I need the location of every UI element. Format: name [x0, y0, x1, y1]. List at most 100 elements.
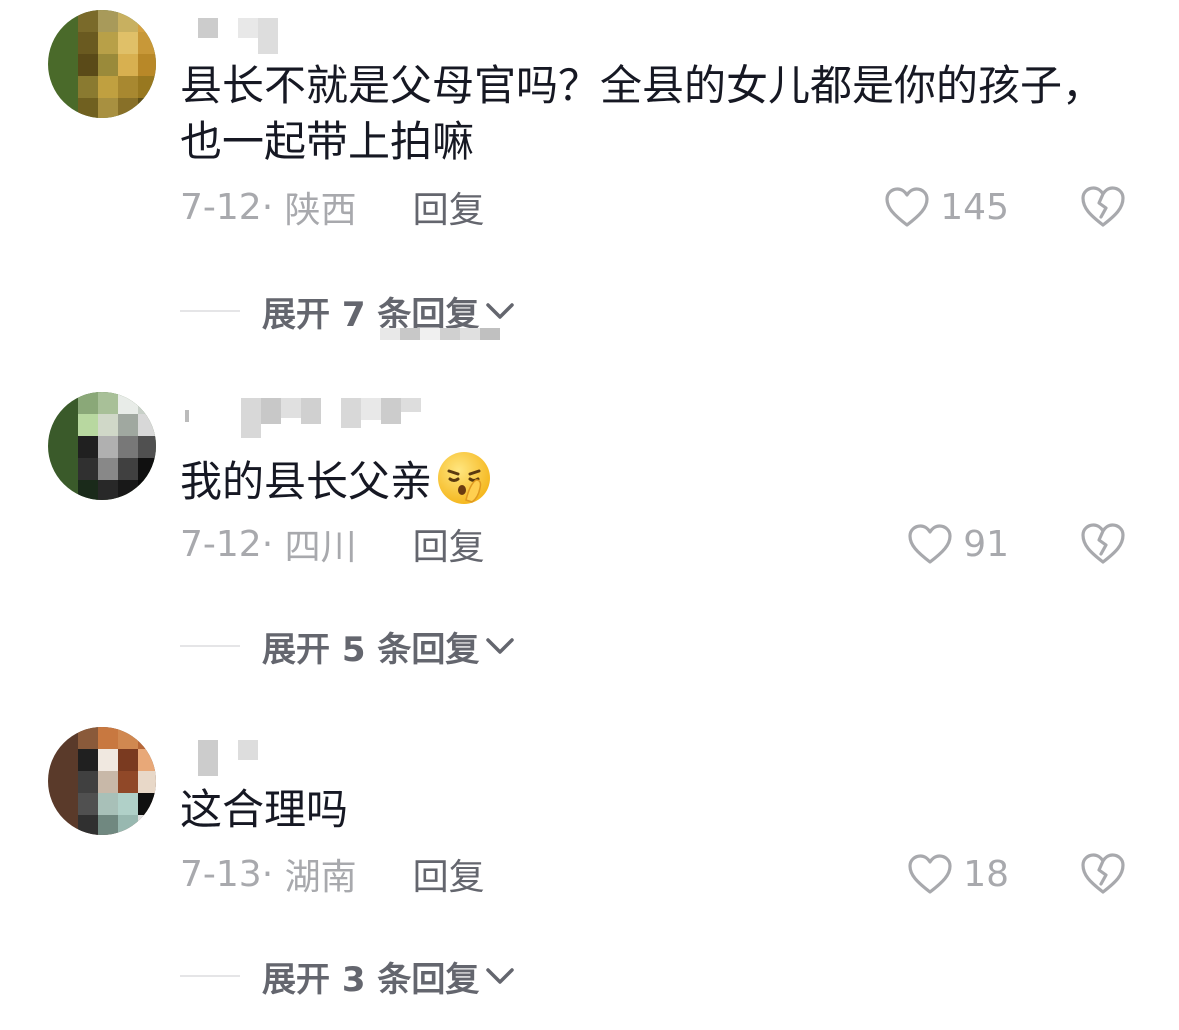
- avatar-pixel: [118, 480, 138, 500]
- avatar-pixel: [138, 793, 156, 815]
- avatar-pixel: [118, 771, 138, 793]
- avatar-pixel: [138, 727, 156, 749]
- avatar-pixel: [118, 54, 138, 76]
- dislike-button[interactable]: [1080, 521, 1126, 567]
- expand-replies-label: 展开 5 条回复: [262, 629, 480, 670]
- avatar-pixel: [118, 815, 138, 835]
- avatar-pixel: [78, 815, 98, 835]
- comment-meta: 7-12 · 陕西 回复: [180, 181, 485, 233]
- avatar-pixel: [98, 98, 118, 118]
- avatar-pixel: [138, 749, 156, 771]
- reply-button[interactable]: 回复: [413, 518, 485, 570]
- comment-date: 7-12: [180, 186, 262, 228]
- divider-line: [180, 645, 240, 647]
- avatar-pixel: [98, 727, 118, 749]
- shushing-face-icon: [436, 450, 492, 506]
- avatar-pixel: [98, 749, 118, 771]
- avatar-pixel: [98, 480, 118, 500]
- heart-icon: [907, 853, 953, 895]
- avatar-pixel: [98, 793, 118, 815]
- meta-dot: ·: [261, 186, 285, 228]
- avatar-pixel: [98, 414, 118, 436]
- avatar-pixel: [118, 98, 138, 118]
- dislike-button[interactable]: [1080, 184, 1126, 230]
- avatar-pixel: [138, 76, 156, 98]
- avatar-pixel: [118, 793, 138, 815]
- avatar-pixel: [78, 414, 98, 436]
- avatar-pixel: [98, 10, 118, 32]
- avatar-pixel: [78, 392, 98, 414]
- reply-button[interactable]: 回复: [413, 848, 485, 900]
- comment-meta: 7-13 · 湖南 回复: [180, 848, 485, 900]
- divider-line: [180, 310, 240, 312]
- avatar-pixel: [78, 32, 98, 54]
- avatar-pixel: [138, 32, 156, 54]
- comment-date: 7-13: [180, 853, 262, 895]
- comment-meta: 7-12 · 四川 回复: [180, 518, 485, 570]
- heart-icon: [884, 186, 930, 228]
- avatar-pixel: [98, 76, 118, 98]
- avatar-pixelation: [78, 10, 156, 118]
- avatar[interactable]: [48, 10, 156, 118]
- like-count: 145: [940, 186, 1009, 228]
- username-blurred[interactable]: [198, 740, 258, 780]
- username-blurred[interactable]: [185, 398, 421, 438]
- avatar-pixel: [118, 392, 138, 414]
- avatar-pixel: [118, 32, 138, 54]
- like-button[interactable]: 18: [907, 851, 1009, 897]
- avatar-pixel: [138, 392, 156, 414]
- avatar-pixel: [138, 771, 156, 793]
- chevron-down-icon: [483, 634, 517, 658]
- avatar[interactable]: [48, 392, 156, 500]
- avatar[interactable]: [48, 727, 156, 835]
- avatar-pixel: [78, 10, 98, 32]
- avatar-pixel: [138, 98, 156, 118]
- avatar-pixel: [138, 480, 156, 500]
- avatar-pixel: [78, 76, 98, 98]
- avatar-pixel: [98, 32, 118, 54]
- like-count: 18: [963, 853, 1009, 895]
- avatar-pixel: [78, 749, 98, 771]
- avatar-pixel: [118, 436, 138, 458]
- broken-heart-icon: [1081, 523, 1125, 564]
- avatar-pixel: [118, 749, 138, 771]
- avatar-pixelation: [78, 727, 156, 835]
- avatar-pixel: [138, 458, 156, 480]
- avatar-pixel: [98, 392, 118, 414]
- avatar-pixel: [98, 815, 118, 835]
- dislike-button[interactable]: [1080, 851, 1126, 897]
- avatar-pixel: [118, 10, 138, 32]
- meta-dot: ·: [261, 853, 285, 895]
- chevron-down-icon: [483, 299, 517, 323]
- avatar-pixel: [78, 98, 98, 118]
- divider-line: [180, 975, 240, 977]
- avatar-pixel: [118, 76, 138, 98]
- expand-replies-label: 展开 3 条回复: [262, 959, 480, 1000]
- reply-button[interactable]: 回复: [413, 181, 485, 233]
- avatar-pixel: [138, 54, 156, 76]
- avatar-pixel: [138, 414, 156, 436]
- comment-text-content: 我的县长父亲: [180, 457, 433, 506]
- broken-heart-icon: [1081, 186, 1125, 227]
- avatar-pixel: [78, 436, 98, 458]
- avatar-pixel: [78, 54, 98, 76]
- avatar-pixel: [78, 458, 98, 480]
- like-button[interactable]: 91: [907, 521, 1009, 567]
- broken-heart-icon: [1081, 853, 1125, 894]
- avatar-pixel: [118, 414, 138, 436]
- meta-dot: ·: [261, 523, 285, 565]
- avatar-pixel: [98, 771, 118, 793]
- expand-replies[interactable]: 展开 3 条回复: [180, 953, 517, 1000]
- avatar-pixel: [78, 771, 98, 793]
- like-button[interactable]: 145: [884, 184, 1009, 230]
- comment-text: 县长不就是父母官吗？全县的女儿都是你的孩子，也一起带上拍嘛: [180, 61, 1105, 166]
- comment-location: 湖南: [284, 857, 357, 898]
- avatar-pixel: [118, 458, 138, 480]
- comment-date: 7-12: [180, 523, 262, 565]
- avatar-pixel: [118, 727, 138, 749]
- expand-replies[interactable]: 展开 5 条回复: [180, 623, 517, 670]
- avatar-pixel: [98, 54, 118, 76]
- comment-text: 这合理吗: [180, 785, 349, 834]
- username-blurred[interactable]: [198, 18, 278, 58]
- avatar-pixel: [78, 480, 98, 500]
